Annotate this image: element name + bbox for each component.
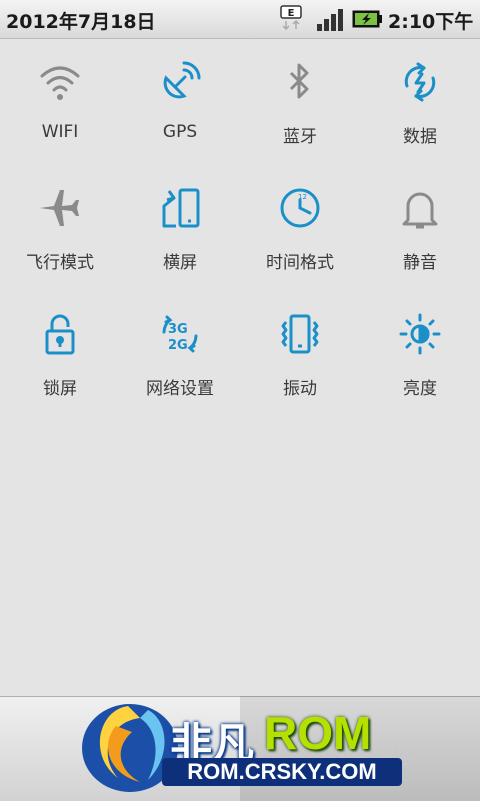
toggle-vibrate[interactable]: 振动 (240, 296, 360, 422)
toggle-label: 横屏 (163, 253, 197, 273)
toggle-label: 锁屏 (43, 379, 77, 399)
toggle-silent[interactable]: 静音 (360, 170, 480, 296)
clock-icon: 12 (278, 186, 322, 230)
airplane-icon (38, 186, 82, 230)
rotate-screen-icon (158, 186, 202, 230)
brightness-icon (398, 312, 442, 356)
status-date: 2012年7月18日 (6, 11, 156, 33)
toggle-label: 网络设置 (146, 379, 214, 399)
status-bar: 2012年7月18日 E 2:10下午 (0, 0, 480, 39)
network-3g2g-icon: 3G 2G (158, 312, 202, 356)
status-time: 2:10下午 (388, 11, 474, 33)
toggle-label: 振动 (283, 379, 317, 399)
toggle-gps[interactable]: GPS (120, 44, 240, 170)
toggle-time-format[interactable]: 12 时间格式 (240, 170, 360, 296)
battery-charging-icon (352, 10, 382, 28)
toggle-label: 静音 (403, 253, 437, 273)
toggle-label: 蓝牙 (283, 127, 317, 147)
toggle-label: 飞行模式 (26, 253, 94, 273)
toggle-label: 数据 (403, 127, 437, 147)
svg-text:12: 12 (298, 193, 307, 201)
lock-icon (38, 312, 82, 356)
toggle-label: 时间格式 (266, 253, 334, 273)
toggle-airplane-mode[interactable]: 飞行模式 (0, 170, 120, 296)
data-indicator-letter: E (288, 8, 295, 19)
bluetooth-icon (278, 60, 322, 104)
watermark-url: ROM.CRSKY.COM (162, 758, 402, 786)
toggle-wifi[interactable]: WIFI (0, 44, 120, 170)
toggle-network-settings[interactable]: 3G 2G 网络设置 (120, 296, 240, 422)
svg-text:2G: 2G (168, 338, 188, 353)
toggle-rotate-screen[interactable]: 横屏 (120, 170, 240, 296)
gps-icon (158, 60, 202, 104)
watermark-brand-en: ROM (264, 707, 372, 759)
toggle-mobile-data[interactable]: 数据 (360, 44, 480, 170)
mobile-data-icon (398, 60, 442, 104)
toggle-brightness[interactable]: 亮度 (360, 296, 480, 422)
toggle-label: GPS (162, 122, 198, 142)
toggle-label: WIFI (41, 122, 79, 142)
signal-strength-icon (316, 9, 344, 31)
toggle-label: 亮度 (403, 379, 437, 399)
wifi-icon (38, 60, 82, 104)
toggle-bluetooth[interactable]: 蓝牙 (240, 44, 360, 170)
svg-text:3G: 3G (168, 322, 188, 337)
data-edge-icon: E (280, 5, 302, 31)
bell-icon (398, 186, 442, 230)
vibrate-icon (278, 312, 322, 356)
toggle-lock-screen[interactable]: 锁屏 (0, 296, 120, 422)
